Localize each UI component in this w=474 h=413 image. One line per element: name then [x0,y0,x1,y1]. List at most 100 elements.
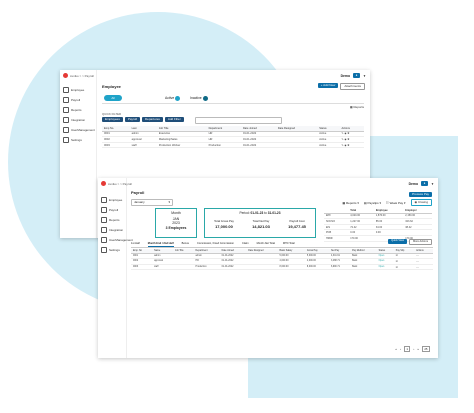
payslip-icon[interactable]: ✉ [393,264,415,271]
sidebar-item-label: Employee [71,88,85,92]
cell-date-resigned [246,264,278,271]
sidebar-item-label: UserManagement [109,238,133,242]
payslips-menu[interactable]: ▤ Payslips ▾ [364,201,381,205]
cell-date-joined: 01-01-2022 [240,142,276,149]
sidebar-item-reports[interactable]: Reports [60,105,96,115]
cell-job-title: Production Worker [156,142,207,149]
sidebar-item-settings[interactable]: Settings [60,135,96,145]
cell-emp-no: 0003 [131,264,153,271]
tab-all[interactable]: All [104,95,122,101]
week-pay-menu[interactable]: ☷ Week Pay ▾ [386,201,406,205]
month-label: Month [171,211,181,215]
first-page-icon[interactable]: « [395,347,397,351]
totals-card: Period: 01-01-23 to 31-01-23 Total Gross… [204,208,316,238]
tab-mtd-total[interactable]: MTD Total [283,241,295,247]
year-value: 2023 [172,221,180,225]
filter-buttons: Employees Payroll Departures Add Filter [102,117,184,122]
tab-bar [102,93,364,104]
dropdown-value: January [134,200,145,204]
add-new-button[interactable]: + Add New [317,83,339,88]
sidebar-item-settings[interactable]: Settings [98,245,126,255]
sidebar-item-label: Reports [71,108,82,112]
more-actions-button[interactable]: More Actions [409,239,432,245]
page-number[interactable]: 1 [403,346,411,352]
delete-icon[interactable]: ✖ [347,144,349,147]
sidebar-item-label: Payroll [109,208,119,212]
tab-active[interactable]: Active [165,95,181,101]
table-row[interactable]: 0003 staff Production 01-01-2022 8,000.0… [131,264,433,271]
sidebar-item-payroll[interactable]: Payroll [60,95,96,105]
filter-employees-button[interactable]: Employees [102,117,123,122]
sidebar-item-integration[interactable]: Integration [98,225,126,235]
more-icon[interactable]: ⋯ [414,264,433,271]
reports-menu[interactable]: ▦ Reports ▾ [342,201,359,205]
toolbar-label: Payslips [367,200,379,205]
process-pay-button[interactable]: Process Pay [409,192,432,197]
sidebar-item-payroll[interactable]: Payroll [98,205,126,215]
employee-table: Emp No. Last Job Title Department Date J… [102,126,364,149]
tab-claim[interactable]: Claim [242,241,249,247]
total-value: 14,821.03 [252,224,270,229]
closing-button[interactable]: ◉ Closing [410,199,432,206]
cell-net-pay: 6,990.71 [328,264,351,271]
tab-month-end[interactable]: Month End / 2nd Half [147,241,174,247]
sidebar-item-reports[interactable]: Reports [98,215,126,225]
tab-commission[interactable]: Commission, Fixed Commission [197,241,234,247]
next-page-icon[interactable]: › [413,347,414,351]
prev-page-icon[interactable]: ‹ [400,347,401,351]
sidebar-item-label: Employee [109,198,123,202]
sidebar-item-employee[interactable]: Employee [98,195,126,205]
user-avatar[interactable]: ● [353,73,361,78]
tab-first-half[interactable]: 1st Half [131,241,140,247]
cell-last: staff [129,142,157,149]
logo-icon [63,73,68,78]
tab-month-net-total[interactable]: Month-Net Total [257,241,275,247]
users-icon [63,87,69,93]
table-row[interactable]: 0003 staff Production Worker Production … [102,142,364,149]
brand-logo: zeniko > > Payroll [60,70,96,81]
month-dropdown[interactable]: January ▾ [131,199,173,206]
plug-icon [101,227,107,233]
attachments-button[interactable]: Attachments [340,83,365,90]
sidebar-item-label: UserManagement [71,128,95,132]
sidebar-item-employee[interactable]: Employee [60,85,96,95]
total-value: 17,000.00 [215,224,233,229]
reports-link[interactable]: ▦ Reports [350,105,364,109]
tab-bonus[interactable]: Bonus [182,241,189,247]
add-filter-button[interactable]: Add Filter [164,117,184,122]
sidebar-item-integration[interactable]: Integration [60,115,96,125]
sidebar-item-user-management[interactable]: UserManagement [60,125,96,135]
payroll-table: Emp. No Name Job Title Department Date J… [131,249,433,271]
cell-pay-method: Bank [350,264,377,271]
chevron-down-icon[interactable]: ▼ [431,182,434,186]
sidebar: zeniko > > Payroll Employee Payroll Repo… [60,70,97,238]
toolbar-label: Reports [345,200,357,205]
user-avatar[interactable]: ● [421,181,429,186]
period-from: 01-01-23 [250,211,264,215]
last-page-icon[interactable]: » [417,347,419,351]
rows-per-page-select[interactable]: 25 [421,346,430,352]
period-label: Period: [239,211,250,215]
filter-payroll-button[interactable]: Payroll [124,117,141,122]
quick-view-button[interactable]: Quick View [388,239,407,244]
month-card: Month JAN 2023 3 Employees [155,208,197,238]
sidebar-item-user-management[interactable]: UserManagement [98,235,133,245]
chevron-down-icon[interactable]: ▼ [363,74,366,78]
gear-icon [101,247,107,253]
payroll-cost: Payroll Cost 19,477.45 [288,219,306,229]
delete-icon[interactable]: ✖ [347,132,349,135]
total-label: Total Gross Pay [214,219,234,223]
quick-filter-label: QUICK FILTER [102,112,122,116]
filter-departures-button[interactable]: Departures [142,117,163,122]
cell-name: staff [152,264,174,271]
total-value: 19,477.45 [288,224,306,229]
tab-inactive[interactable]: Inactive [190,95,208,101]
tab-label: Inactive [190,96,202,100]
gear-icon [63,137,69,143]
search-input[interactable] [195,117,282,124]
cell-date-resigned [275,142,318,149]
cell-department: Production [193,264,220,271]
user-name: Demo [408,181,419,186]
topbar: Demo ● ▼ [409,181,434,186]
delete-icon[interactable]: ✖ [347,138,349,141]
